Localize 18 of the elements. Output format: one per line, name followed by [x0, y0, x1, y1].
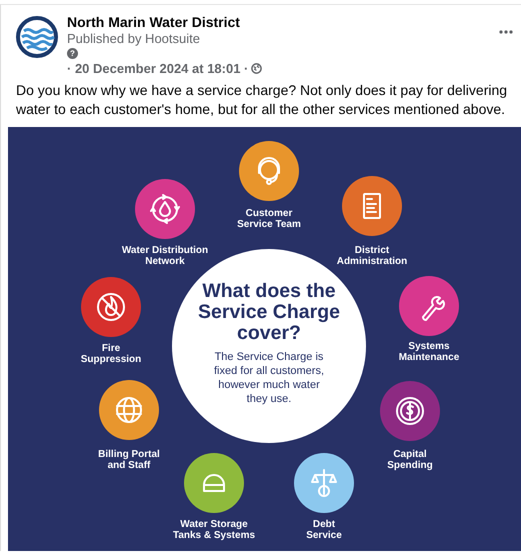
more-icon[interactable] [498, 29, 514, 35]
logo-icon[interactable] [16, 16, 58, 58]
service-label: District Administration [336, 246, 408, 267]
service-label: Billing Portal and Staff [97, 450, 161, 471]
graphic-subtitle: The Service Charge is fixed for all customers, however much water they use. [212, 350, 326, 406]
service-label: Customer Service Team [236, 209, 302, 230]
publisher-text: Published by Hootsuite [67, 31, 200, 46]
service-label: Water Storage Tanks & Systems [172, 520, 256, 541]
info-badge[interactable]: ? [67, 48, 78, 59]
post-text: Do you know why we have a service charge? Not only does it pay for delivering water to each customer's home, but for all the other services mentioned above. [16, 81, 508, 119]
author-name[interactable]: North Marin Water District [67, 13, 240, 31]
service-label: Fire Suppression [80, 344, 142, 365]
service-label: Debt Service [305, 520, 343, 541]
service-label: Systems Maintenance [398, 342, 460, 363]
graphic-title: What does the Service Charge cover? [197, 280, 341, 344]
service-label: Water Distribution Network [120, 246, 210, 267]
post-timestamp[interactable]: · 20 December 2024 at 18:01 · [67, 60, 248, 77]
service-label: Capital Spending [386, 450, 434, 471]
